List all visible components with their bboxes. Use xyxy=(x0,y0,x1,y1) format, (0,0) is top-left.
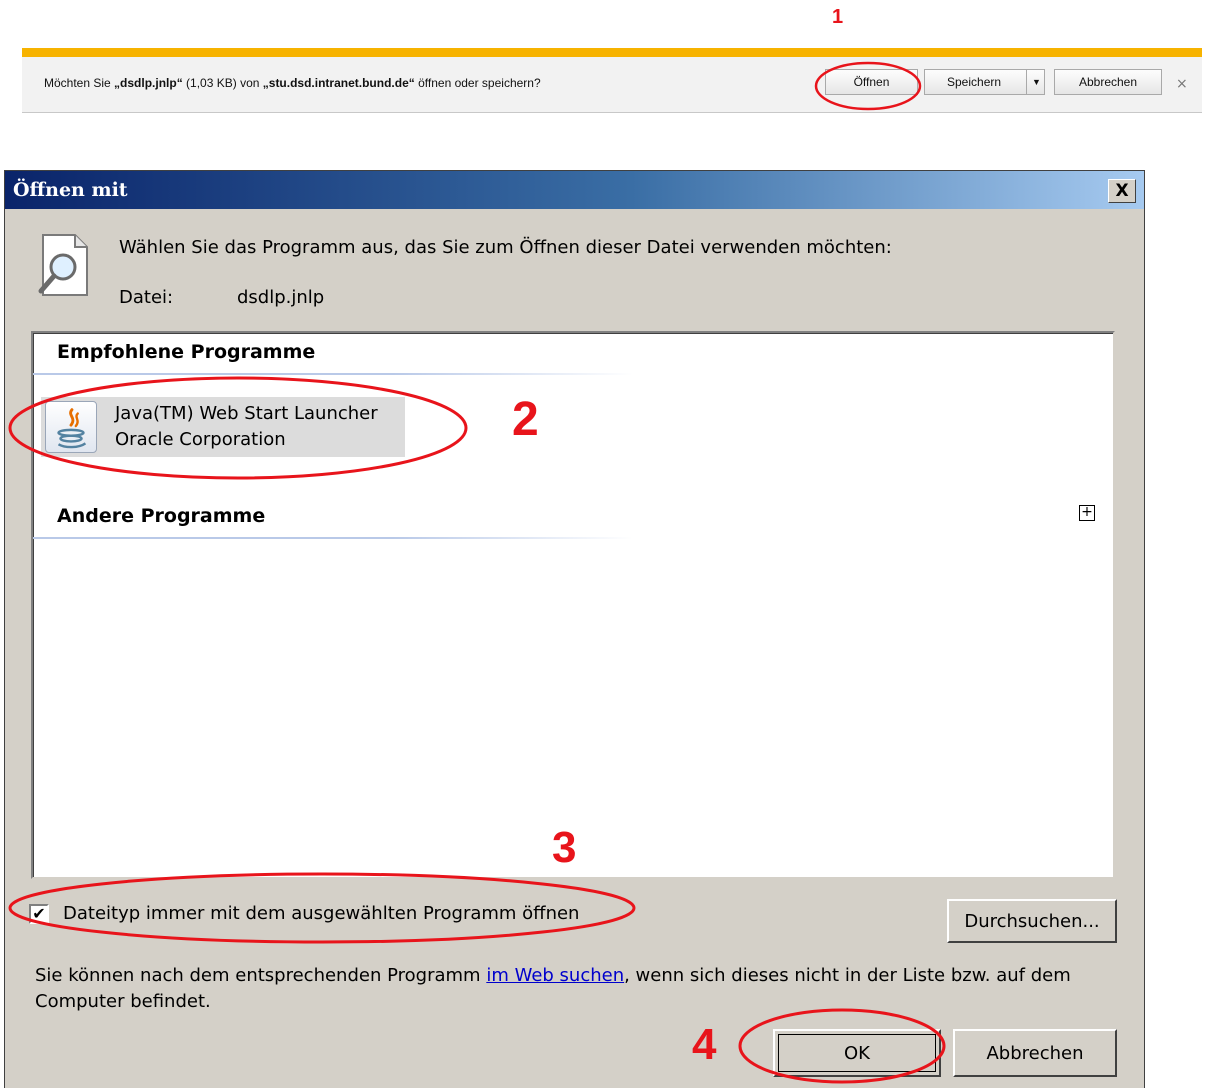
download-message: Möchten Sie „dsdlp.jnlp“ (1,03 KB) von „… xyxy=(44,76,541,90)
notification-accent-stripe xyxy=(22,48,1202,57)
cancel-button[interactable]: Abbrechen xyxy=(953,1029,1117,1077)
program-name: Java(TM) Web Start Launcher xyxy=(115,403,378,424)
ok-button[interactable]: OK xyxy=(773,1029,941,1077)
dialog-instruction: Wählen Sie das Programm aus, das Sie zum… xyxy=(119,237,892,258)
step-number-1: 1 xyxy=(832,6,844,28)
always-use-label: Dateityp immer mit dem ausgewählten Prog… xyxy=(63,903,580,924)
download-message-prefix: Möchten Sie xyxy=(44,76,115,90)
web-search-link[interactable]: im Web suchen xyxy=(486,965,624,986)
group-other-programs: Andere Programme xyxy=(57,505,266,527)
file-name: dsdlp.jnlp xyxy=(237,287,325,308)
open-with-dialog: Öffnen mit X Wählen Sie das Programm aus… xyxy=(4,170,1145,1088)
download-notification-bar: Möchten Sie „dsdlp.jnlp“ (1,03 KB) von „… xyxy=(22,48,1202,113)
group-divider xyxy=(33,373,633,375)
open-button[interactable]: Öffnen xyxy=(825,69,918,95)
dialog-close-icon[interactable]: X xyxy=(1108,179,1136,203)
step-number-2: 2 xyxy=(512,393,539,446)
download-host: „stu.dsd.intranet.bund.de“ xyxy=(262,76,415,90)
always-use-checkbox[interactable]: ✔ xyxy=(29,904,49,924)
browse-button[interactable]: Durchsuchen... xyxy=(947,899,1117,943)
program-vendor: Oracle Corporation xyxy=(115,429,286,450)
download-message-suffix: öffnen oder speichern? xyxy=(414,76,541,90)
download-file-name: „dsdlp.jnlp“ xyxy=(114,76,183,90)
file-search-icon xyxy=(38,234,88,296)
program-list[interactable]: Empfohlene Programme Java(TM) Web Start … xyxy=(31,331,1115,879)
save-dropdown-icon[interactable]: ▼ xyxy=(1026,70,1046,94)
web-search-hint: Sie können nach dem entsprechenden Progr… xyxy=(35,963,1115,1015)
step-number-3: 3 xyxy=(552,823,577,872)
list-item-java-web-start[interactable]: Java(TM) Web Start Launcher Oracle Corpo… xyxy=(41,397,405,457)
group-recommended-programs: Empfohlene Programme xyxy=(57,341,316,363)
file-label: Datei: xyxy=(119,287,174,308)
close-icon[interactable]: × xyxy=(1176,76,1188,92)
dialog-titlebar[interactable]: Öffnen mit X xyxy=(5,171,1144,209)
step-number-4: 4 xyxy=(692,1020,717,1069)
dialog-title: Öffnen mit xyxy=(13,179,128,201)
group-divider xyxy=(33,537,633,539)
expand-plus-icon[interactable]: + xyxy=(1079,505,1095,521)
hint-text-before: Sie können nach dem entsprechenden Progr… xyxy=(35,965,487,986)
download-file-size: (1,03 KB) von xyxy=(182,76,263,90)
cancel-download-button[interactable]: Abbrechen xyxy=(1054,69,1162,95)
java-icon xyxy=(45,401,97,453)
